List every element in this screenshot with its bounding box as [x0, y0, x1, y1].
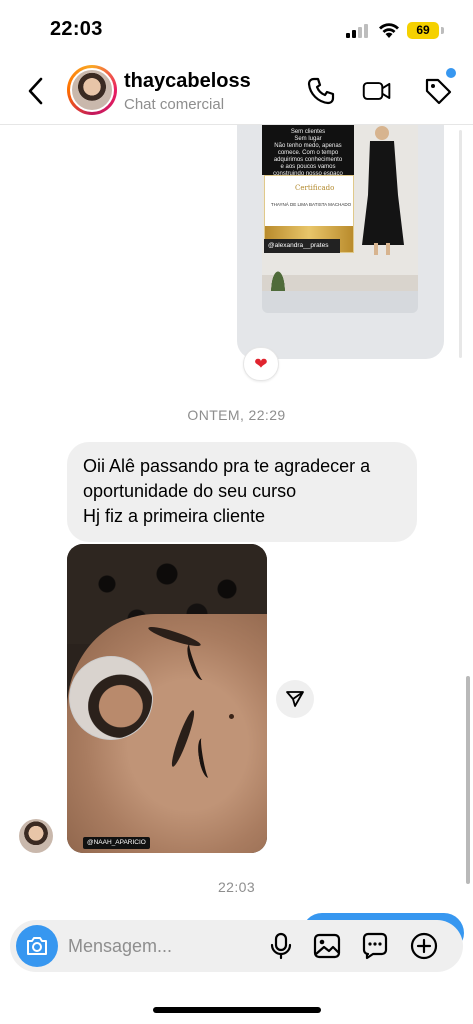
photo-handle: @NAAH_APARICIO	[83, 837, 150, 849]
incoming-message-bubble[interactable]: Oii Alê passando pra te agradecer a opor…	[67, 442, 417, 542]
person-figure	[362, 126, 404, 255]
home-indicator[interactable]	[153, 1007, 321, 1013]
share-button[interactable]	[276, 680, 314, 718]
camera-button[interactable]	[16, 925, 58, 967]
phone-icon[interactable]	[306, 76, 336, 106]
plus-icon[interactable]	[410, 932, 438, 960]
message-input[interactable]	[68, 934, 248, 958]
contact-name[interactable]: thaycabeloss	[124, 70, 251, 93]
post-handle: @alexandra__prates	[264, 239, 340, 253]
message-timestamp: ONTEM, 22:29	[187, 407, 286, 423]
quote-line: Não tenho medo, apenas	[274, 143, 342, 149]
sticker-icon[interactable]	[361, 932, 389, 960]
notification-dot	[446, 68, 456, 78]
microphone-icon[interactable]	[267, 932, 295, 960]
certificate-name: THAYNÁ DE LIMA BATISTA MACHADO	[270, 202, 352, 207]
tag-icon[interactable]	[423, 76, 453, 106]
wifi-icon	[379, 23, 399, 38]
shared-post-image[interactable]: Sem clientes Sem lugar Não tenho medo, a…	[262, 125, 418, 291]
quote-line: comece. Com o tempo	[277, 150, 339, 156]
battery-level: 69	[407, 22, 439, 39]
video-call-icon[interactable]	[362, 76, 392, 106]
contact-avatar[interactable]	[67, 65, 117, 115]
message-line: Hj fiz a primeira cliente	[83, 506, 266, 526]
message-timestamp: 22:03	[217, 879, 256, 895]
sender-avatar[interactable]	[19, 819, 53, 853]
battery-tip	[441, 27, 444, 34]
incoming-photo[interactable]: @NAAH_APARICIO	[67, 544, 267, 853]
post-plant	[266, 257, 290, 291]
quote-line: adquirimos conhecimento	[273, 157, 343, 163]
contact-avatar-photo	[70, 68, 114, 112]
chat-header: thaycabeloss Chat comercial	[0, 58, 473, 125]
photo-inset-circle	[69, 656, 153, 740]
quote-line: Sem lugar	[294, 136, 322, 142]
message-line: Oii Alê passando pra te agradecer a	[83, 456, 371, 476]
quote-line: Sem clientes	[290, 129, 326, 135]
scroll-track	[459, 130, 462, 358]
gallery-icon[interactable]	[313, 932, 341, 960]
scroll-indicator[interactable]	[466, 676, 470, 884]
quote-line: e aos poucos vamos	[280, 164, 336, 170]
status-time: 22:03	[50, 18, 103, 40]
status-bar: 22:03 69	[0, 0, 473, 58]
certificate-title: Certificado	[295, 184, 335, 192]
back-icon[interactable]	[24, 76, 48, 106]
send-arrow-icon	[286, 691, 304, 707]
message-line: oportunidade do seu curso	[83, 481, 297, 501]
camera-icon	[27, 937, 47, 955]
message-composer	[10, 920, 463, 972]
cellular-signal-icon	[346, 24, 368, 38]
shared-post-footer	[262, 291, 418, 313]
heart-reaction[interactable]: ❤	[243, 347, 279, 381]
contact-subtitle: Chat comercial	[124, 96, 225, 113]
photo-mole	[229, 714, 234, 719]
post-quote-box: Sem clientes Sem lugar Não tenho medo, a…	[262, 125, 354, 177]
